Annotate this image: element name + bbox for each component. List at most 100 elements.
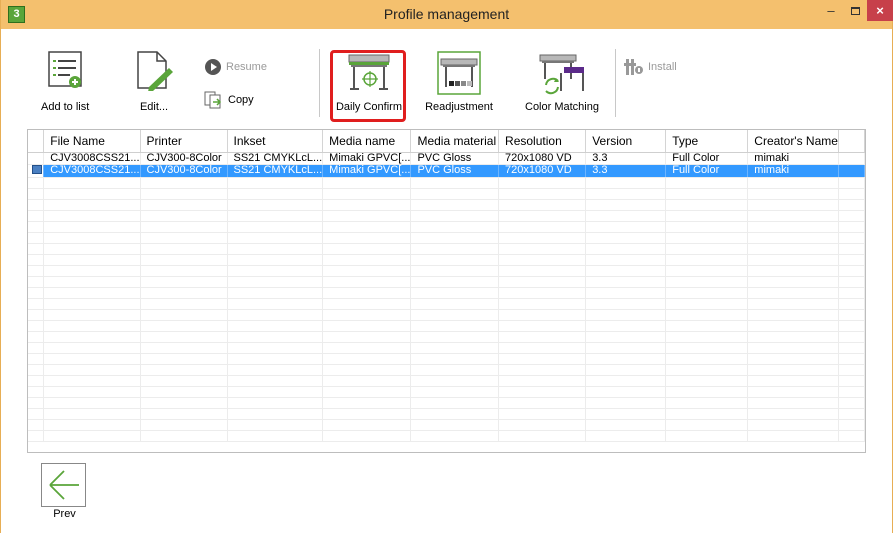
empty-cell — [585, 177, 667, 189]
column-header-inkset[interactable]: Inkset — [227, 130, 324, 153]
column-header-version[interactable]: Version — [585, 130, 667, 153]
empty-cell — [838, 430, 865, 442]
empty-cell — [498, 243, 587, 255]
minimize-button[interactable]: – — [818, 0, 844, 21]
copy-icon — [204, 91, 222, 109]
cell-inkset: SS21 CMYKLcL... — [227, 152, 324, 165]
empty-cell — [140, 364, 228, 376]
empty-cell — [28, 232, 45, 244]
copy-button[interactable]: Copy — [204, 91, 254, 109]
column-header-media-name[interactable]: Media name — [322, 130, 412, 153]
empty-cell — [322, 331, 412, 343]
profile-table[interactable]: File Name Printer Inkset Media name Medi… — [27, 129, 866, 453]
empty-table-row — [28, 177, 865, 189]
empty-cell — [227, 386, 324, 398]
empty-cell — [28, 353, 45, 365]
table-row[interactable]: CJV3008CSS21... CJV300-8Color SS21 CMYKL… — [28, 152, 865, 165]
empty-cell — [43, 430, 141, 442]
empty-cell — [498, 430, 587, 442]
column-header-printer[interactable]: Printer — [140, 130, 228, 153]
resume-label: Resume — [226, 60, 267, 73]
color-matching-button[interactable]: Color Matching — [519, 51, 605, 117]
edit-button[interactable]: Edit... — [131, 51, 177, 117]
empty-cell — [665, 342, 749, 354]
profile-management-window: Profile management 3 – × Add to list Edi… — [0, 0, 893, 533]
empty-cell — [43, 342, 141, 354]
empty-cell — [140, 254, 228, 266]
empty-table-row — [28, 331, 865, 343]
empty-cell — [838, 408, 865, 420]
empty-cell — [227, 353, 324, 365]
empty-cell — [665, 386, 749, 398]
empty-cell — [410, 298, 500, 310]
empty-cell — [498, 298, 587, 310]
empty-cell — [747, 386, 839, 398]
empty-cell — [585, 232, 667, 244]
empty-cell — [498, 364, 587, 376]
cell-filler — [838, 152, 865, 165]
empty-cell — [322, 342, 412, 354]
empty-cell — [227, 254, 324, 266]
table-row-selected[interactable]: CJV3008CSS21... CJV300-8Color SS21 CMYKL… — [28, 164, 865, 178]
empty-cell — [585, 364, 667, 376]
empty-cell — [747, 419, 839, 431]
empty-table-row — [28, 210, 865, 222]
column-header-media-material[interactable]: Media material — [410, 130, 500, 153]
title-bar[interactable]: Profile management 3 – × — [1, 0, 893, 29]
empty-cell — [498, 221, 587, 233]
cell-printer: CJV300-8Color — [140, 164, 228, 178]
empty-cell — [838, 254, 865, 266]
column-header-file-name[interactable]: File Name — [43, 130, 141, 153]
empty-cell — [747, 243, 839, 255]
empty-cell — [665, 364, 749, 376]
add-to-list-button[interactable]: Add to list — [41, 51, 89, 117]
maximize-button[interactable] — [844, 0, 866, 21]
empty-cell — [747, 309, 839, 321]
empty-cell — [140, 199, 228, 211]
empty-cell — [28, 342, 45, 354]
column-header-type[interactable]: Type — [665, 130, 749, 153]
column-header-creators-name[interactable]: Creator's Name — [747, 130, 839, 153]
prev-button[interactable]: Prev — [41, 463, 88, 525]
empty-cell — [227, 287, 324, 299]
row-selector — [28, 152, 45, 165]
empty-cell — [322, 243, 412, 255]
empty-cell — [322, 210, 412, 222]
empty-cell — [498, 276, 587, 288]
empty-cell — [322, 386, 412, 398]
empty-table-row — [28, 232, 865, 244]
column-header-resolution[interactable]: Resolution — [498, 130, 587, 153]
empty-cell — [498, 419, 587, 431]
empty-cell — [227, 243, 324, 255]
empty-cell — [838, 298, 865, 310]
empty-cell — [747, 353, 839, 365]
cell-resolution: 720x1080 VD — [498, 152, 587, 165]
empty-cell — [28, 397, 45, 409]
close-button[interactable]: × — [867, 0, 893, 21]
empty-cell — [43, 177, 141, 189]
empty-cell — [43, 232, 141, 244]
empty-cell — [665, 232, 749, 244]
empty-table-row — [28, 199, 865, 211]
empty-cell — [838, 287, 865, 299]
readjustment-button[interactable]: Readjustment — [421, 51, 497, 117]
toolbar-separator — [615, 49, 616, 117]
empty-cell — [43, 397, 141, 409]
empty-cell — [43, 419, 141, 431]
empty-cell — [227, 276, 324, 288]
install-button[interactable]: Install — [624, 58, 677, 76]
empty-cell — [140, 397, 228, 409]
empty-table-row — [28, 419, 865, 431]
empty-cell — [227, 298, 324, 310]
empty-cell — [140, 408, 228, 420]
empty-cell — [227, 375, 324, 387]
empty-cell — [322, 397, 412, 409]
prev-label: Prev — [53, 508, 76, 520]
empty-cell — [838, 419, 865, 431]
cell-type: Full Color — [665, 164, 749, 178]
empty-cell — [43, 386, 141, 398]
empty-cell — [747, 210, 839, 222]
resume-button[interactable]: Resume — [204, 58, 267, 76]
empty-cell — [498, 254, 587, 266]
empty-cell — [498, 287, 587, 299]
